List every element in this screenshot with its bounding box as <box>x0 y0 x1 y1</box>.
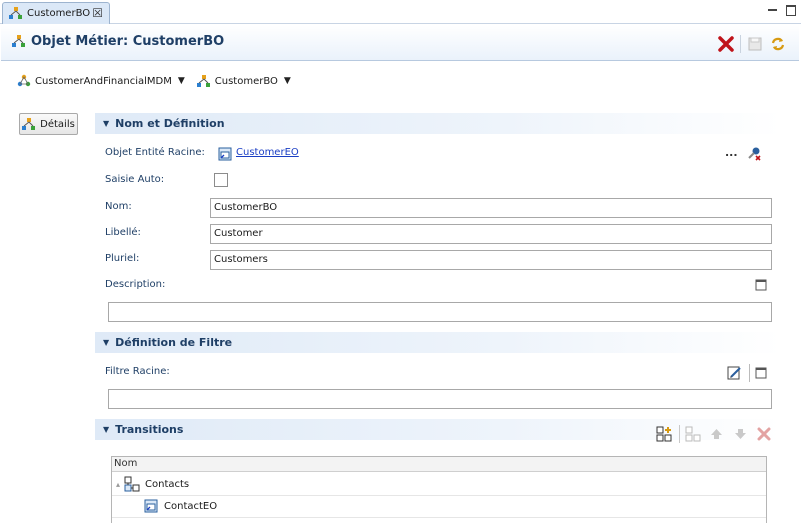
name-label: Nom: <box>105 201 132 212</box>
root-filter-field[interactable] <box>108 389 772 409</box>
business-object-icon <box>196 74 210 87</box>
delete-icon <box>718 36 734 52</box>
section-name-definition[interactable]: ▼ Nom et Définition <box>95 113 781 134</box>
section-title: Transitions <box>115 423 184 436</box>
breadcrumb-object-label: CustomerBO <box>214 75 278 87</box>
minimize-icon[interactable] <box>766 3 780 17</box>
breadcrumb-model-label: CustomerAndFinancialMDM <box>35 75 172 87</box>
arrow-down-icon[interactable] <box>734 428 747 440</box>
tree-expander-icon[interactable]: ▴ <box>116 480 120 489</box>
toolbar-separator <box>740 35 741 53</box>
entity-icon <box>144 499 158 513</box>
breadcrumb: CustomerAndFinancialMDM ▼ CustomerBO ▼ <box>17 71 303 91</box>
maximize-icon[interactable] <box>784 3 798 17</box>
save-icon <box>748 37 762 51</box>
delete-transition-icon[interactable] <box>757 427 771 441</box>
chevron-down-icon[interactable]: ▼ <box>284 76 291 86</box>
table-row[interactable]: ContactEO <box>144 495 764 517</box>
table-row-label: ContactEO <box>164 500 218 512</box>
business-object-icon <box>9 7 22 19</box>
name-field[interactable]: CustomerBO <box>210 198 772 218</box>
breadcrumb-model[interactable]: CustomerAndFinancialMDM ▼ <box>17 74 197 88</box>
arrow-up-icon[interactable] <box>710 428 723 440</box>
table-row[interactable]: ▴ Contacts <box>116 473 766 495</box>
editor-tab[interactable]: CustomerBO ☒ <box>2 2 110 24</box>
libelle-label: Libellé: <box>105 227 141 238</box>
section-title: Définition de Filtre <box>115 336 233 349</box>
toolbar-separator <box>679 425 680 443</box>
edit-filter-icon[interactable] <box>727 365 742 380</box>
refresh-icon <box>771 37 785 51</box>
entity-icon <box>218 147 232 161</box>
save-button[interactable] <box>746 35 764 53</box>
business-object-icon <box>12 35 25 47</box>
editor-header: Objet Métier: CustomerBO <box>1 25 799 61</box>
transition-group-icon <box>124 476 140 492</box>
expand-editor-icon[interactable] <box>755 367 767 379</box>
chevron-down-icon[interactable]: ▼ <box>178 76 185 86</box>
clear-link-icon[interactable] <box>747 146 762 161</box>
row-divider <box>112 517 766 518</box>
browse-button[interactable]: ... <box>725 146 738 159</box>
root-entity-link[interactable]: CustomerEO <box>236 147 299 158</box>
auto-entry-label: Saisie Auto: <box>105 174 165 185</box>
edit-transition-icon[interactable] <box>685 426 702 442</box>
section-filter-definition[interactable]: ▼ Définition de Filtre <box>95 332 781 353</box>
tab-label: CustomerBO <box>27 8 91 19</box>
root-filter-label: Filtre Racine: <box>105 366 170 377</box>
breadcrumb-object[interactable]: CustomerBO ▼ <box>196 74 303 88</box>
root-entity-label: Objet Entité Racine: <box>105 147 205 158</box>
libelle-field[interactable]: Customer <box>210 224 772 244</box>
toolbar-separator <box>749 364 750 382</box>
transitions-table: Nom ▴ Contacts ContactEO <box>111 456 767 523</box>
close-icon[interactable]: ☒ <box>92 6 103 20</box>
section-title: Nom et Définition <box>115 117 225 130</box>
add-transition-icon[interactable] <box>656 426 673 442</box>
table-header-name: Nom <box>112 457 766 472</box>
details-button[interactable]: Détails <box>19 113 78 135</box>
table-row-label: Contacts <box>145 478 190 490</box>
expand-editor-icon[interactable] <box>755 279 767 291</box>
pluriel-field[interactable]: Customers <box>210 250 772 270</box>
description-label: Description: <box>105 279 166 290</box>
model-icon <box>17 74 31 87</box>
page-title: Objet Métier: CustomerBO <box>31 34 225 49</box>
auto-entry-checkbox[interactable] <box>214 173 228 187</box>
description-field[interactable] <box>108 302 772 322</box>
delete-button[interactable] <box>717 35 735 53</box>
collapse-triangle-icon[interactable]: ▼ <box>103 425 109 434</box>
collapse-triangle-icon[interactable]: ▼ <box>103 119 109 128</box>
refresh-button[interactable] <box>769 35 787 53</box>
details-button-label: Détails <box>40 118 75 130</box>
editor-tabbar: CustomerBO ☒ <box>0 0 801 24</box>
pluriel-label: Pluriel: <box>105 253 140 264</box>
business-object-icon <box>22 117 36 130</box>
collapse-triangle-icon[interactable]: ▼ <box>103 338 109 347</box>
